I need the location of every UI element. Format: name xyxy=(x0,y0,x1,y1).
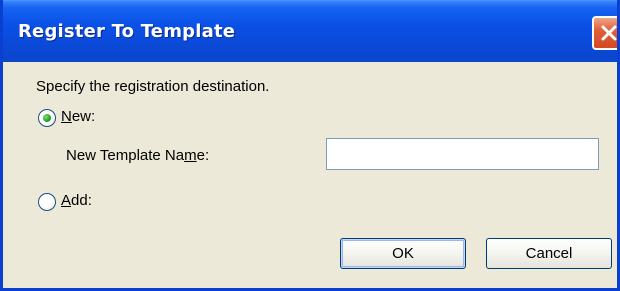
cancel-button[interactable]: Cancel xyxy=(486,238,612,269)
new-label-rest: ew: xyxy=(71,108,96,125)
add-radio-label[interactable]: Add: xyxy=(61,192,92,209)
template-name-input[interactable] xyxy=(326,138,599,170)
template-name-label-after: e: xyxy=(196,147,210,164)
dialog-window: Register To Template Specify the registr… xyxy=(0,0,620,291)
title-bar[interactable]: Register To Template xyxy=(3,0,617,62)
close-icon xyxy=(601,25,617,41)
new-mnemonic: N xyxy=(61,108,72,125)
close-button[interactable] xyxy=(592,16,617,50)
new-radio-button[interactable] xyxy=(38,109,56,127)
radio-selected-dot xyxy=(43,114,51,122)
new-radio-label[interactable]: New: xyxy=(61,108,95,125)
dialog-body: Specify the registration destination. Ne… xyxy=(3,62,617,288)
template-name-label-before: New Template Na xyxy=(66,147,185,164)
add-radio-button[interactable] xyxy=(38,193,56,211)
window-title: Register To Template xyxy=(18,21,236,42)
template-name-mnemonic: m xyxy=(184,147,197,164)
add-mnemonic: A xyxy=(61,192,72,209)
ok-button[interactable]: OK xyxy=(340,238,466,269)
instruction-text: Specify the registration destination. xyxy=(36,78,270,95)
add-label-rest: dd: xyxy=(71,192,92,209)
template-name-label: New Template Name: xyxy=(66,147,209,164)
